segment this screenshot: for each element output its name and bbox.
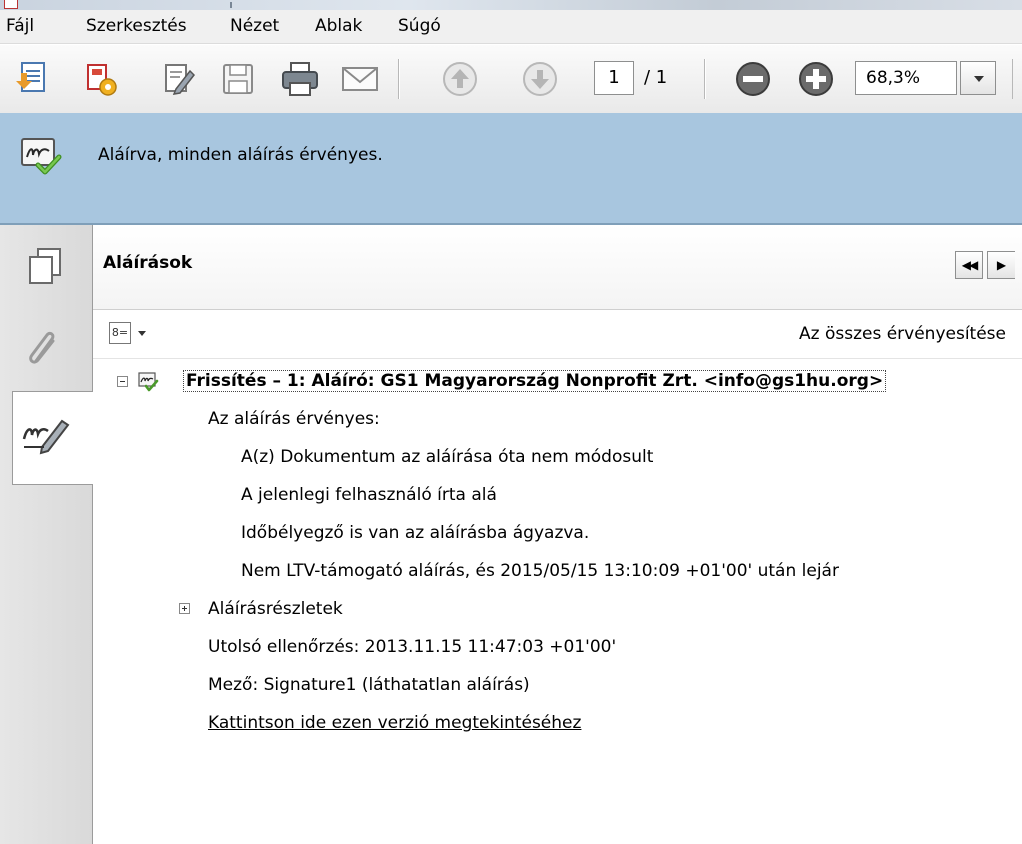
signatures-icon[interactable] <box>14 403 78 467</box>
collapse-panel-button[interactable]: ◀◀ <box>955 251 983 279</box>
menu-file[interactable]: Fájl <box>6 10 34 43</box>
toolbar-separator <box>704 59 706 99</box>
attachments-icon[interactable] <box>12 317 76 381</box>
expand-panel-button[interactable]: ▶ <box>987 251 1015 279</box>
panel-header: Aláírások ◀◀ ▶ <box>93 225 1022 310</box>
menu-window[interactable]: Ablak <box>315 10 362 43</box>
view-version-link[interactable]: Kattintson ide ezen verzió megtekintéséh… <box>208 711 581 735</box>
toolbar-separator <box>398 59 400 99</box>
window-title-strip <box>0 0 1022 10</box>
status-heading: Az aláírás érvényes: <box>208 409 380 429</box>
signature-status-text: Aláírva, minden aláírás érvényes. <box>98 145 383 165</box>
zoom-out-icon[interactable] <box>733 59 773 99</box>
zoom-field[interactable]: 68,3% <box>855 61 957 95</box>
chevron-down-icon <box>974 76 984 82</box>
status-detail-ltv: Nem LTV-támogató aláírás, és 2015/05/15 … <box>241 561 839 581</box>
signature-details-item[interactable]: Aláírásrészletek <box>208 597 343 621</box>
app-icon <box>4 0 18 9</box>
page-number-input[interactable] <box>594 61 634 95</box>
email-icon[interactable] <box>340 59 380 99</box>
panel-toolbar: 8= Az összes érvényesítése <box>93 310 1022 359</box>
print-icon[interactable] <box>280 59 320 99</box>
menu-bar: Fájl Szerkesztés Nézet Ablak Súgó <box>0 10 1022 44</box>
toolbar-separator <box>1012 59 1013 99</box>
pages-icon[interactable] <box>12 235 76 299</box>
previous-page-icon[interactable] <box>440 59 480 99</box>
collapse-toggle-icon[interactable] <box>117 376 128 387</box>
edit-icon[interactable] <box>158 59 198 99</box>
menu-view[interactable]: Nézet <box>230 10 279 43</box>
menu-help[interactable]: Súgó <box>398 10 441 43</box>
options-list-icon: 8= <box>109 322 131 344</box>
signature-status-bar: Aláírva, minden aláírás érvényes. <box>0 113 1022 225</box>
signatures-panel: Aláírások ◀◀ ▶ 8= Az összes érvényesítés… <box>93 225 1022 844</box>
last-checked: Utolsó ellenőrzés: 2013.11.15 11:47:03 +… <box>208 637 617 657</box>
save-icon[interactable] <box>218 59 258 99</box>
chevron-down-icon <box>138 331 146 336</box>
title-separator <box>230 2 232 8</box>
status-detail-timestamp: Időbélyegző is van az aláírásba ágyazva. <box>241 523 590 543</box>
expand-toggle-icon[interactable] <box>179 603 190 614</box>
zoom-in-icon[interactable] <box>796 59 836 99</box>
signature-entry[interactable]: Frissítés – 1: Aláíró: GS1 Magyarország … <box>183 369 887 393</box>
signature-field: Mező: Signature1 (láthatatlan aláírás) <box>208 675 530 695</box>
create-pdf-icon[interactable] <box>12 59 52 99</box>
status-detail-unmodified: A(z) Dokumentum az aláírása óta nem módo… <box>241 447 654 467</box>
menu-edit[interactable]: Szerkesztés <box>86 10 187 43</box>
status-detail-signed-by-user: A jelenlegi felhasználó írta alá <box>241 485 497 505</box>
options-button[interactable]: 8= <box>109 322 157 348</box>
convert-icon[interactable] <box>80 59 120 99</box>
zoom-dropdown-button[interactable] <box>960 61 996 95</box>
page-total: / 1 <box>644 67 668 88</box>
main-toolbar: / 1 68,3% <box>0 44 1022 114</box>
panel-title: Aláírások <box>103 253 193 273</box>
navigation-pane <box>0 225 94 844</box>
signature-entry-title: Frissítés – 1: Aláíró: GS1 Magyarország … <box>183 370 887 392</box>
signature-valid-icon <box>138 372 159 392</box>
next-page-icon[interactable] <box>520 59 560 99</box>
validate-all-button[interactable]: Az összes érvényesítése <box>799 322 1006 346</box>
signature-valid-icon <box>21 138 62 175</box>
zoom-value: 68,3% <box>866 68 921 88</box>
